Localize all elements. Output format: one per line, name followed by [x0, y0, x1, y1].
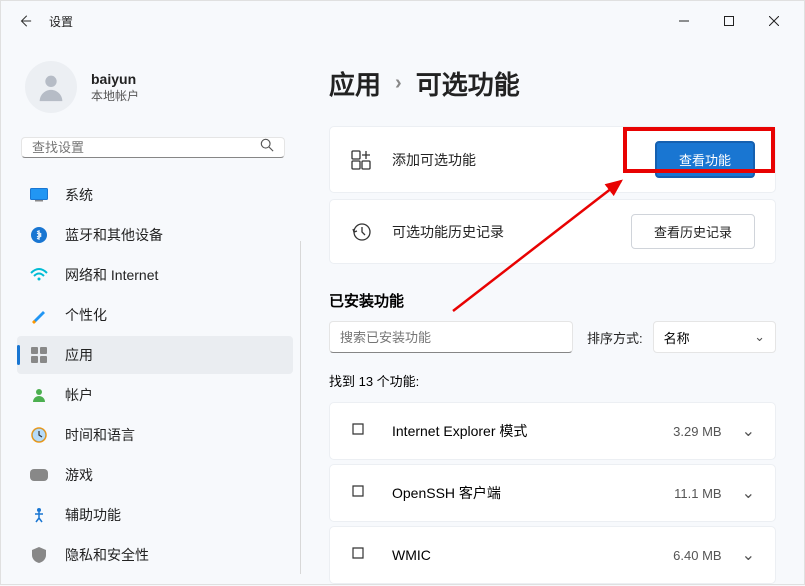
sidebar-item-accounts[interactable]: 帐户 — [17, 376, 293, 414]
view-history-button[interactable]: 查看历史记录 — [631, 214, 755, 249]
sidebar-item-network[interactable]: 网络和 Internet — [17, 256, 293, 294]
sidebar-item-personalization[interactable]: 个性化 — [17, 296, 293, 334]
sidebar-separator — [300, 241, 301, 574]
chevron-down-icon: ⌄ — [742, 483, 755, 503]
back-button[interactable] — [9, 5, 41, 37]
sidebar-item-apps[interactable]: 应用 — [17, 336, 293, 374]
installed-title: 已安装功能 — [329, 290, 776, 311]
chevron-down-icon: ⌄ — [754, 329, 765, 345]
bluetooth-icon — [29, 225, 49, 245]
feature-item[interactable]: Internet Explorer 模式 3.29 MB ⌄ — [329, 402, 776, 460]
accessibility-icon — [29, 505, 49, 525]
window-title: 设置 — [49, 13, 73, 30]
wifi-icon — [29, 265, 49, 285]
person-icon — [29, 385, 49, 405]
system-icon — [29, 185, 49, 205]
shield-icon — [29, 545, 49, 565]
puzzle-icon — [350, 483, 370, 503]
add-feature-card: 添加可选功能 查看功能 — [329, 126, 776, 193]
maximize-button[interactable] — [706, 6, 751, 36]
sidebar-item-time[interactable]: 时间和语言 — [17, 416, 293, 454]
breadcrumb-leaf: 可选功能 — [416, 65, 520, 102]
minimize-button[interactable] — [661, 6, 706, 36]
history-card: 可选功能历史记录 查看历史记录 — [329, 199, 776, 264]
brush-icon — [29, 305, 49, 325]
user-name: baiyun — [91, 71, 139, 87]
sidebar-item-bluetooth[interactable]: 蓝牙和其他设备 — [17, 216, 293, 254]
sidebar-item-accessibility[interactable]: 辅助功能 — [17, 496, 293, 534]
chevron-down-icon: ⌄ — [742, 421, 755, 441]
avatar — [25, 61, 77, 113]
breadcrumb: 应用 › 可选功能 — [329, 65, 776, 102]
chevron-down-icon: ⌄ — [742, 545, 755, 565]
apps-icon — [29, 345, 49, 365]
add-feature-label: 添加可选功能 — [392, 150, 655, 170]
sort-label: 排序方式: — [587, 328, 643, 347]
filter-input[interactable] — [329, 321, 573, 353]
feature-item[interactable]: WMIC 6.40 MB ⌄ — [329, 526, 776, 584]
history-label: 可选功能历史记录 — [392, 222, 631, 242]
history-icon — [350, 221, 372, 243]
puzzle-icon — [350, 421, 370, 441]
search-input-container[interactable] — [21, 137, 285, 158]
sidebar-item-system[interactable]: 系统 — [17, 176, 293, 214]
chevron-right-icon: › — [395, 72, 402, 95]
view-features-button[interactable]: 查看功能 — [655, 141, 755, 178]
search-icon — [260, 138, 274, 157]
add-feature-icon — [350, 149, 372, 171]
sort-select[interactable]: 名称 ⌄ — [653, 321, 776, 353]
sidebar-item-gaming[interactable]: 游戏 — [17, 456, 293, 494]
sidebar-item-privacy[interactable]: 隐私和安全性 — [17, 536, 293, 574]
user-sub: 本地帐户 — [91, 87, 139, 104]
breadcrumb-root[interactable]: 应用 — [329, 65, 381, 102]
feature-item[interactable]: OpenSSH 客户端 11.1 MB ⌄ — [329, 464, 776, 522]
puzzle-icon — [350, 545, 370, 565]
close-button[interactable] — [751, 6, 796, 36]
search-input[interactable] — [32, 140, 260, 155]
found-text: 找到 13 个功能: — [329, 371, 776, 390]
clock-icon — [29, 425, 49, 445]
gamepad-icon — [29, 465, 49, 485]
